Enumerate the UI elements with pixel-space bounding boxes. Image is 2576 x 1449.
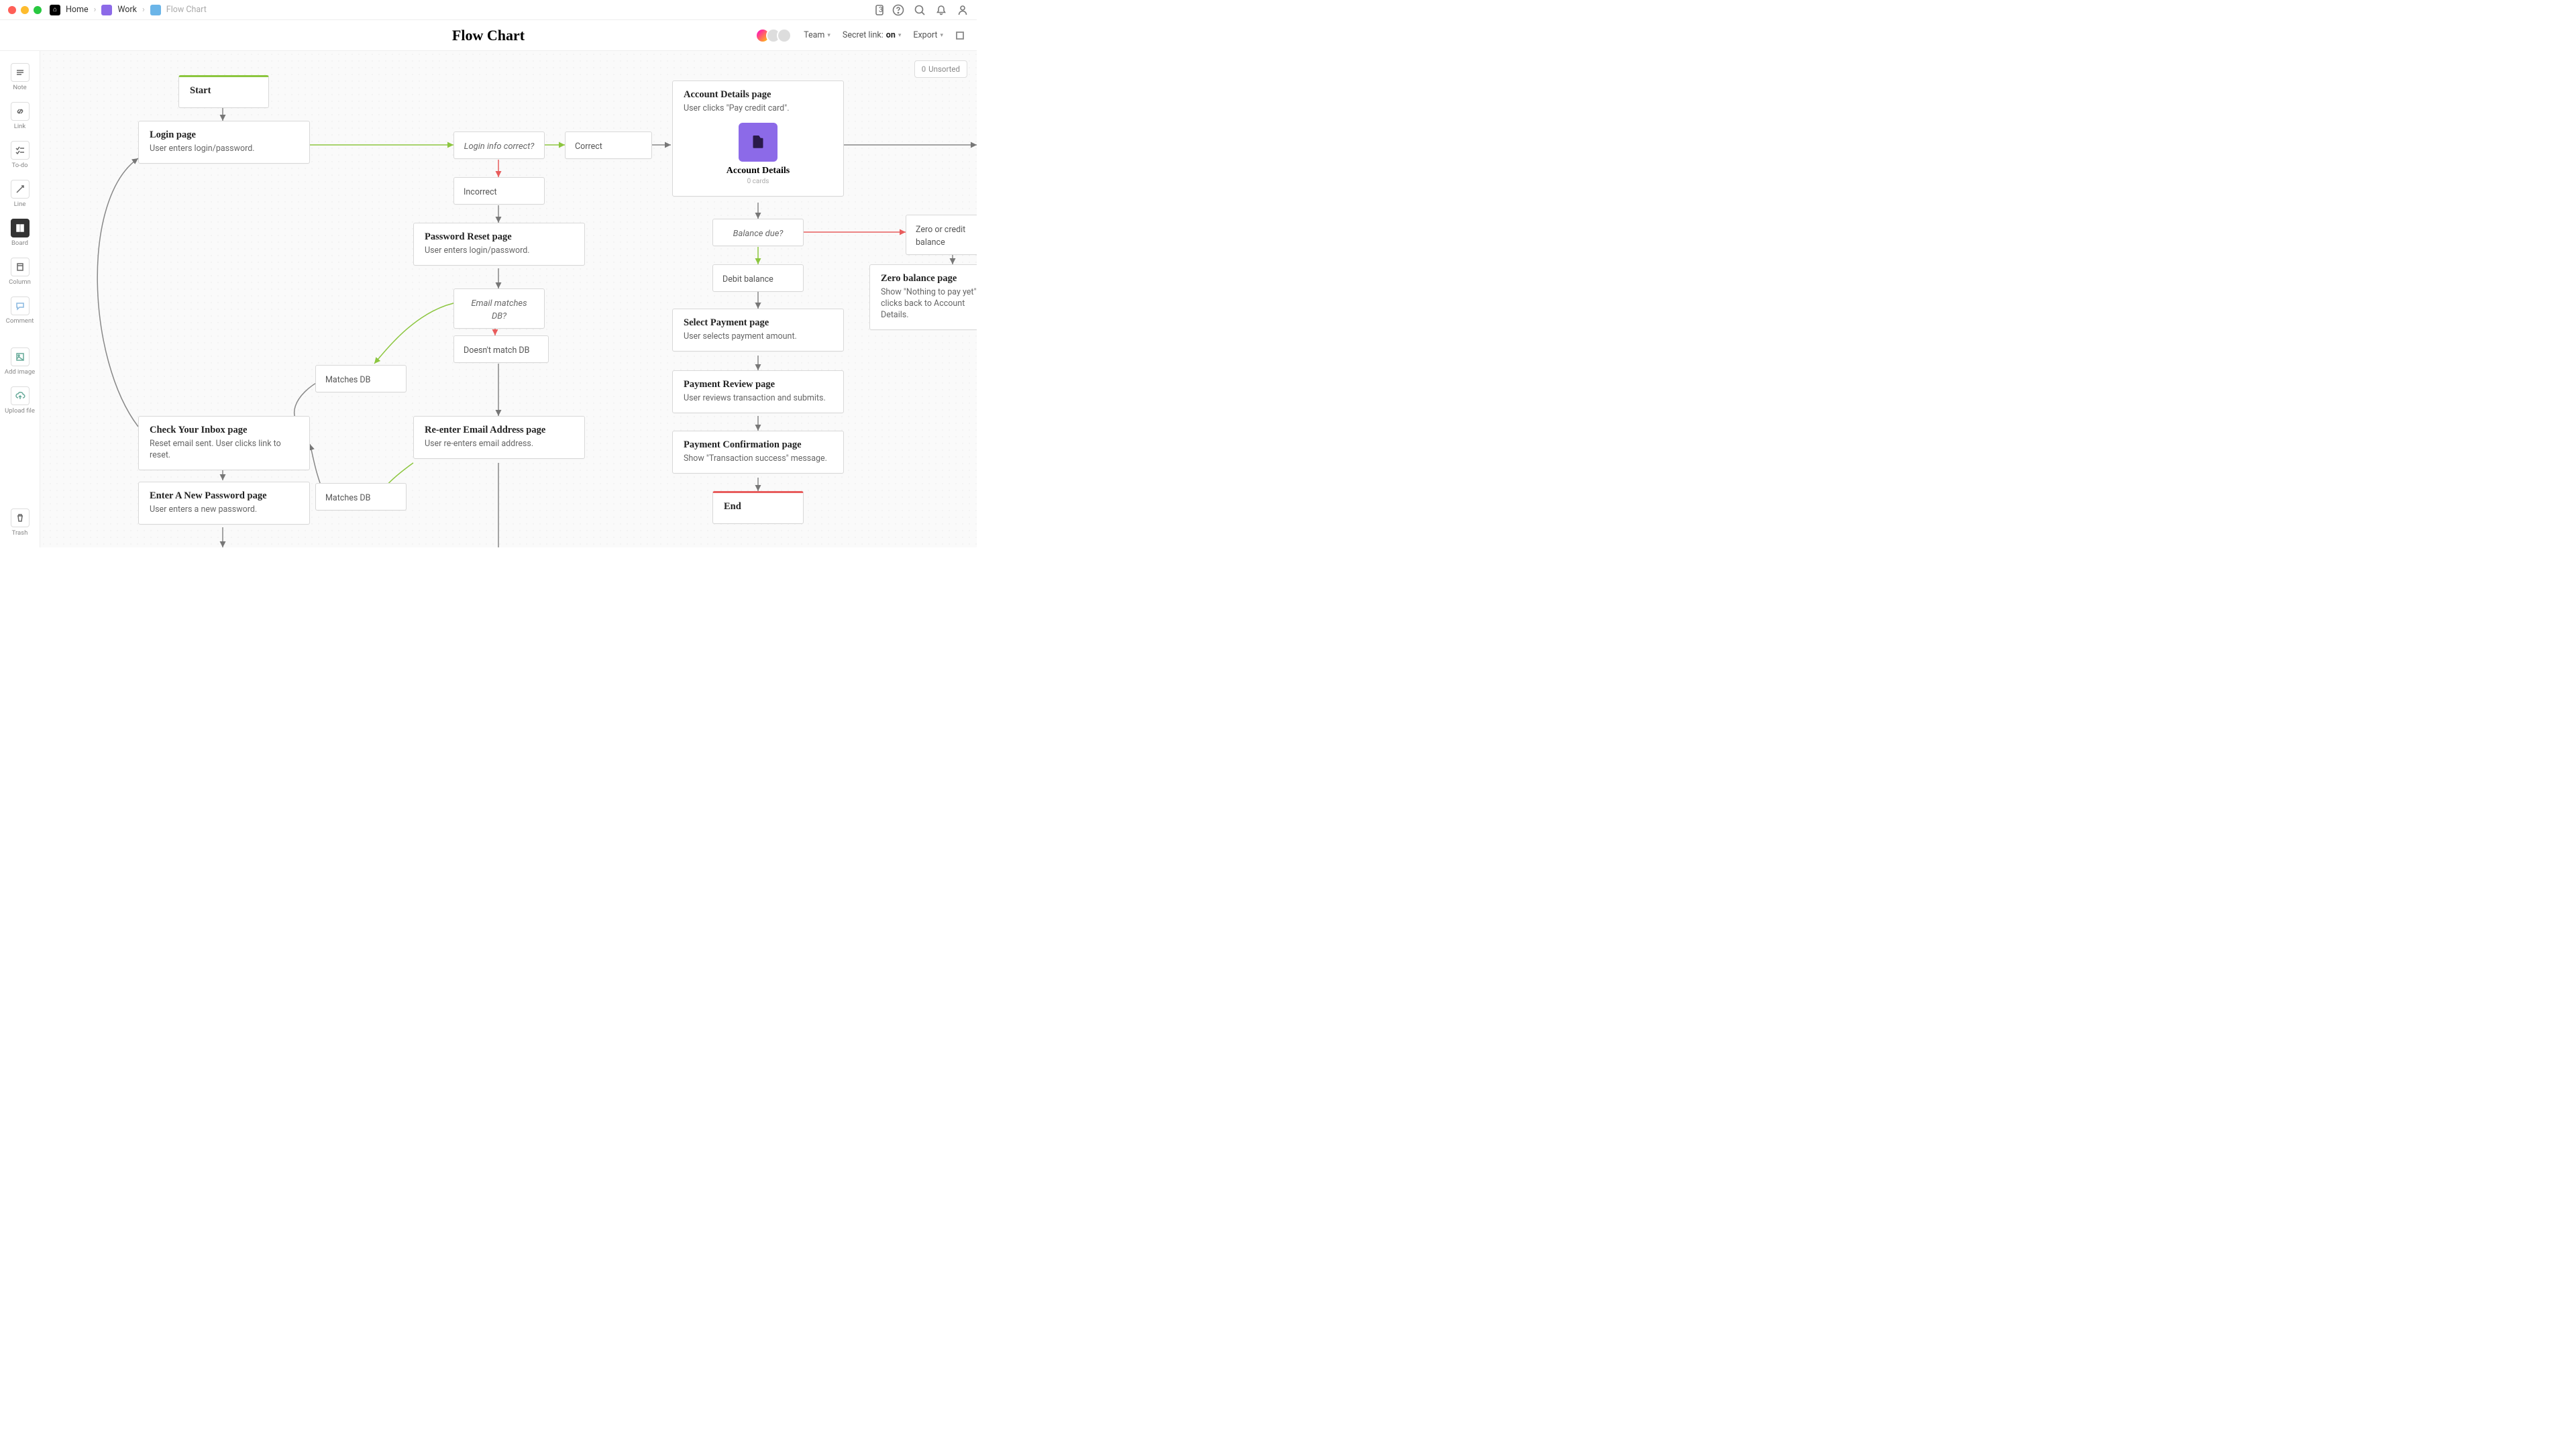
node-password-reset[interactable]: Password Reset pageUser enters login/pas… [413,223,585,266]
node-payment-review[interactable]: Payment Review pageUser reviews transact… [672,370,844,413]
node-correct[interactable]: Correct [565,131,652,159]
devices-count: 3 [879,5,883,14]
chevron-right-icon: › [142,5,145,15]
node-matches-db-2[interactable]: Matches DB [315,483,407,511]
node-check-inbox[interactable]: Check Your Inbox pageReset email sent. U… [138,416,310,470]
node-zero-credit[interactable]: Zero or credit balance [906,215,977,255]
node-payment-confirmation[interactable]: Payment Confirmation pageShow "Transacti… [672,431,844,474]
tool-trash[interactable]: Trash [0,504,40,541]
breadcrumb-work[interactable]: Work [117,5,137,15]
node-reenter-email[interactable]: Re-enter Email Address pageUser re-enter… [413,416,585,459]
folder-icon[interactable] [101,5,112,15]
help-icon[interactable] [892,4,904,16]
breadcrumb-current: Flow Chart [166,5,207,15]
page-title: Flow Chart [452,27,525,44]
bell-icon[interactable] [935,4,947,16]
tool-note[interactable]: Note [0,59,40,95]
tool-add-image[interactable]: Add image [0,343,40,380]
node-no-match[interactable]: Doesn't match DB [453,335,549,363]
devices-button[interactable]: 3 [873,4,883,16]
node-matches-db-1[interactable]: Matches DB [315,365,407,392]
close-window-icon[interactable] [8,6,16,14]
collaborator-avatars[interactable] [755,28,792,43]
export-dropdown[interactable]: Export [913,30,943,40]
maximize-window-icon[interactable] [34,6,42,14]
node-login-correct-q[interactable]: Login info correct? [453,131,545,159]
minimize-window-icon[interactable] [21,6,29,14]
node-balance-due-q[interactable]: Balance due? [712,219,804,246]
window-titlebar: ⌂ Home › Work › Flow Chart 3 [0,0,977,20]
flowchart-canvas[interactable]: 0Unsorted [40,51,977,547]
node-account-details[interactable]: Account Details pageUser clicks "Pay cre… [672,80,844,197]
node-email-matches-q[interactable]: Email matches DB? [453,288,545,329]
tool-board[interactable]: Board [0,215,40,251]
node-debit-balance[interactable]: Debit balance [712,264,804,292]
account-details-card-icon [739,123,777,162]
traffic-lights[interactable] [8,6,42,14]
unsorted-counter[interactable]: 0Unsorted [914,60,967,78]
chevron-right-icon: › [94,5,97,15]
document-icon[interactable] [150,5,161,15]
tool-link[interactable]: Link [0,98,40,134]
team-dropdown[interactable]: Team [804,30,830,40]
tool-comment[interactable]: Comment [0,292,40,329]
tool-upload-file[interactable]: Upload file [0,382,40,419]
profile-icon[interactable] [957,4,969,16]
node-start[interactable]: Start [178,75,269,108]
home-icon[interactable]: ⌂ [50,5,60,15]
tool-line[interactable]: Line [0,176,40,212]
tool-todo[interactable]: To-do [0,137,40,173]
node-incorrect[interactable]: Incorrect [453,177,545,205]
tool-rail: Note Link To-do Line Board Column Commen… [0,51,40,547]
tool-column[interactable]: Column [0,254,40,290]
secret-link-dropdown[interactable]: Secret link: on [843,30,901,40]
expand-icon[interactable] [955,31,965,40]
node-login-page[interactable]: Login pageUser enters login/password. [138,121,310,164]
node-new-password[interactable]: Enter A New Password pageUser enters a n… [138,482,310,525]
breadcrumb: ⌂ Home › Work › Flow Chart [50,5,207,15]
breadcrumb-home[interactable]: Home [66,5,89,15]
node-end[interactable]: End [712,491,804,524]
node-zero-balance-page[interactable]: Zero balance pageShow "Nothing to pay ye… [869,264,977,330]
search-icon[interactable] [914,4,926,16]
page-header: Flow Chart Team Secret link: on Export [0,20,977,51]
node-select-payment[interactable]: Select Payment pageUser selects payment … [672,309,844,352]
